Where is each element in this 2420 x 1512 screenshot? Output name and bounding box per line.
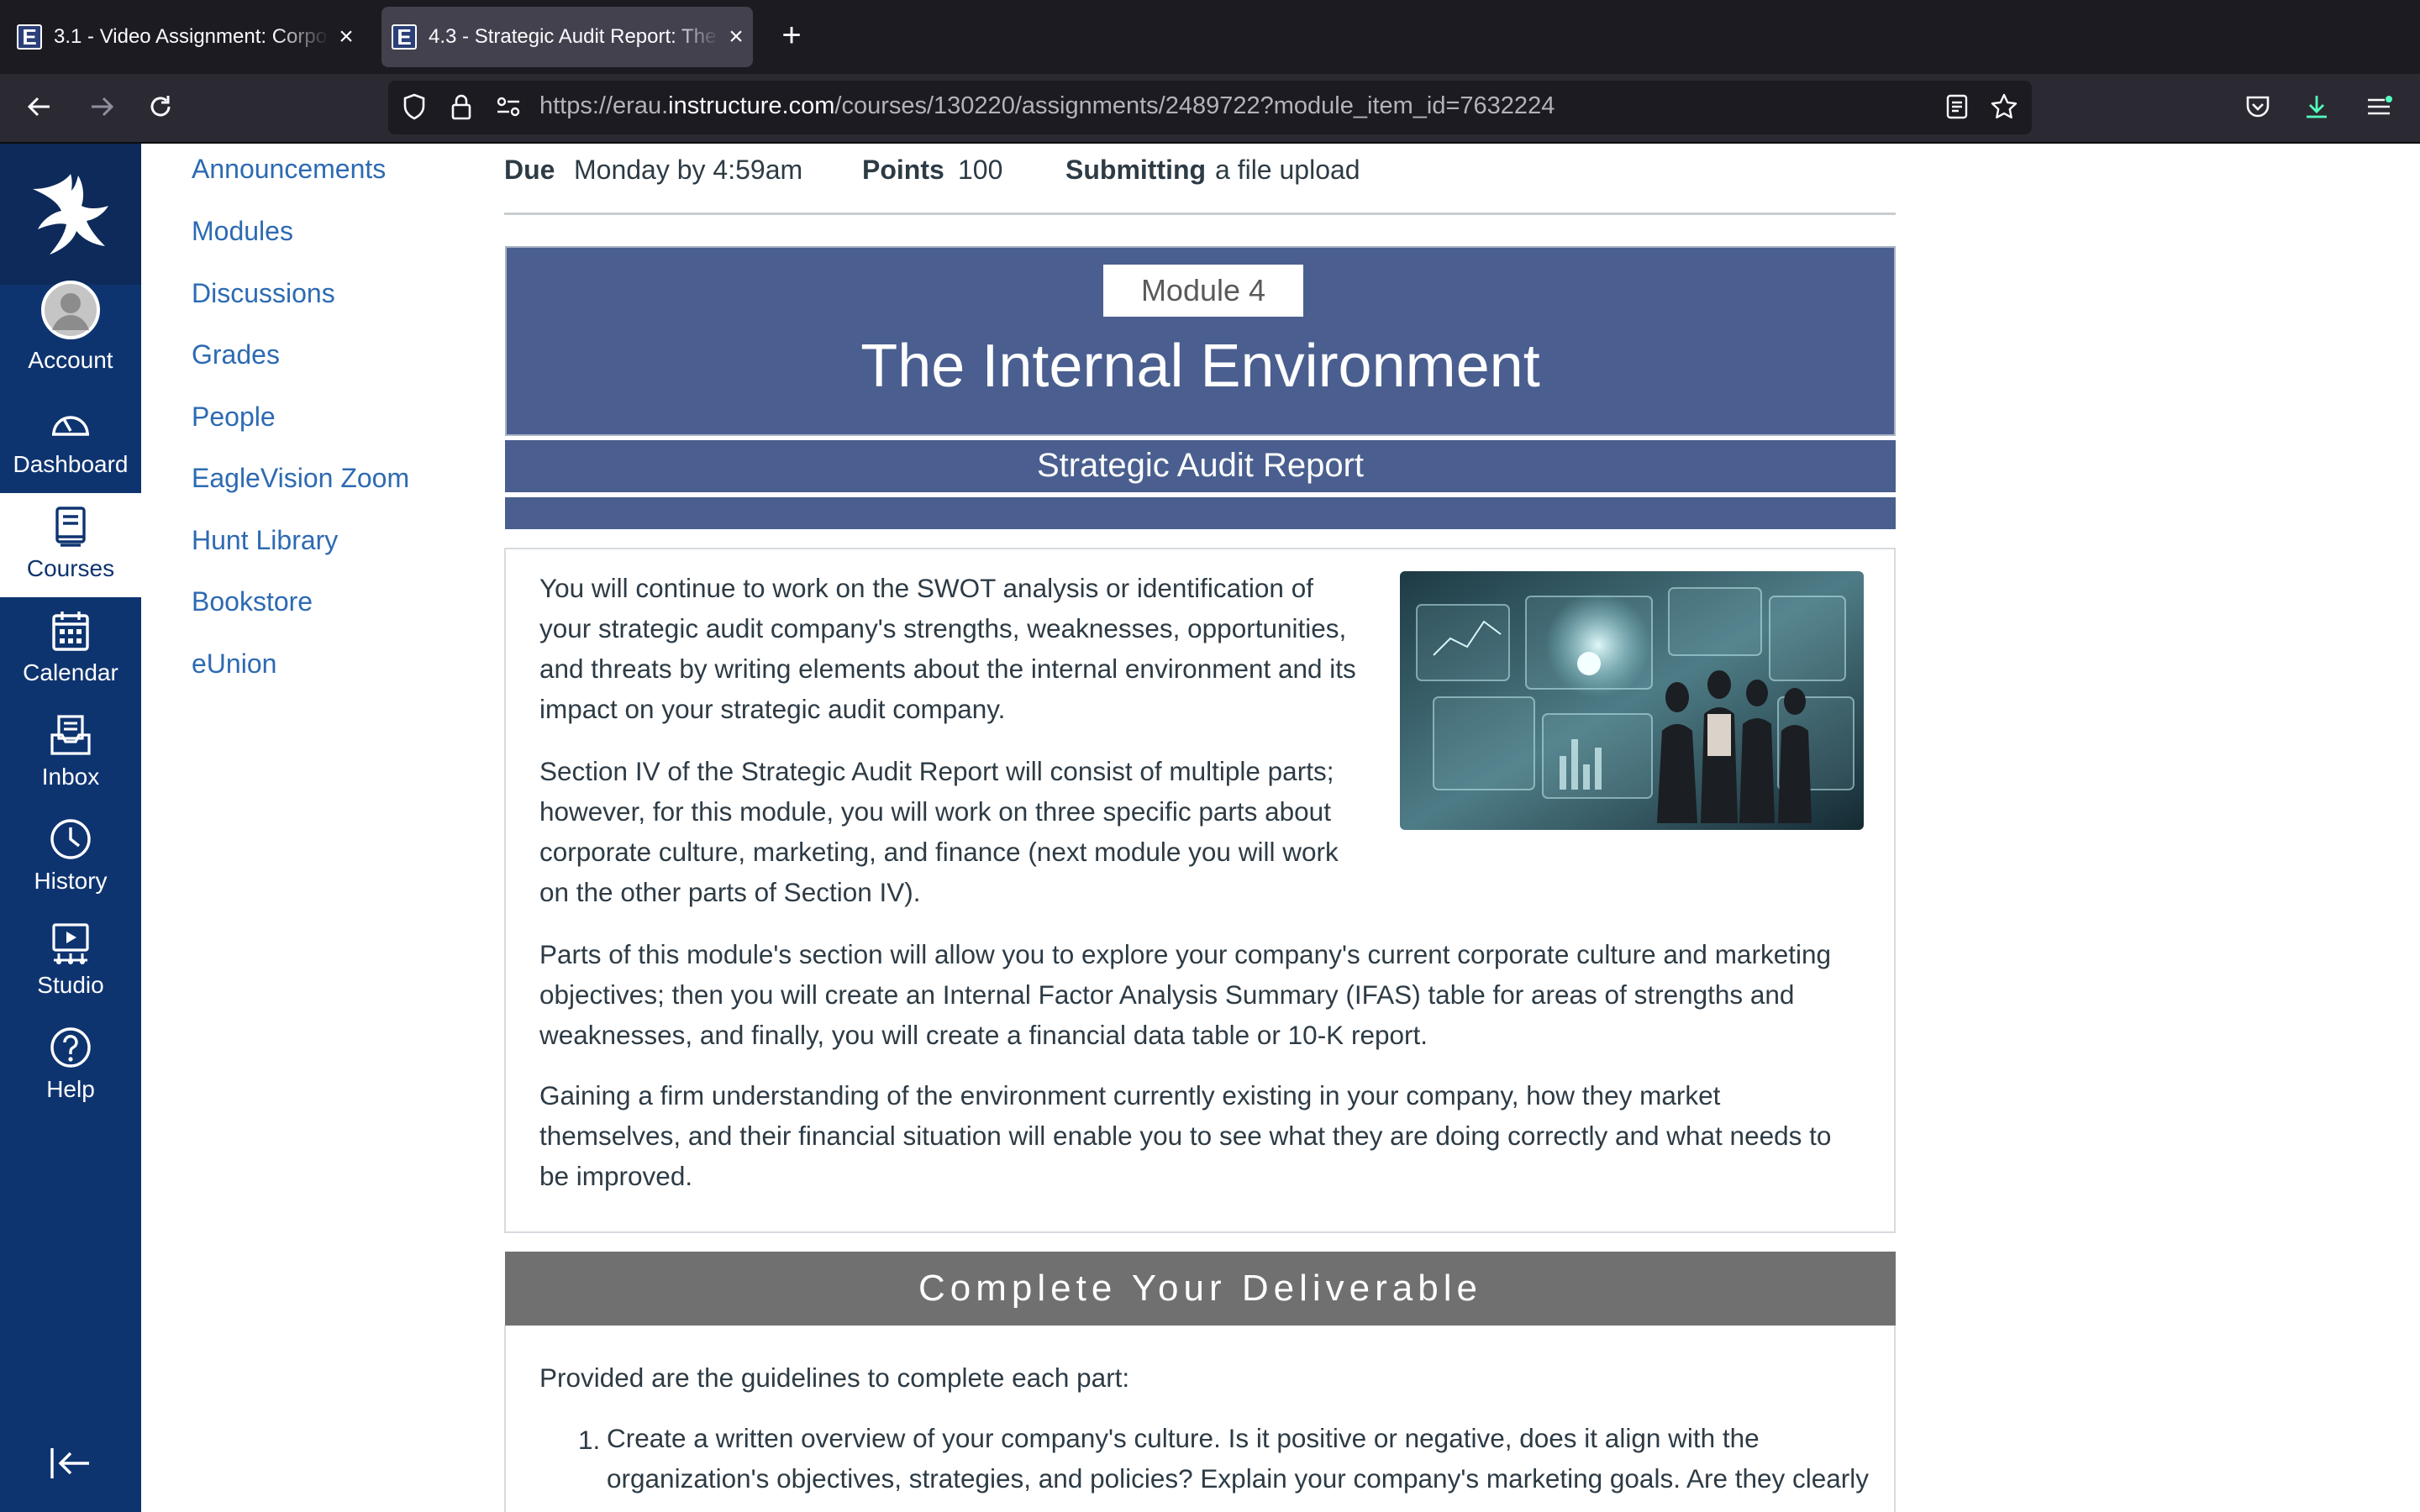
deliverable-lead: Provided are the guidelines to complete … [539,1362,1130,1393]
due-label: Due [504,155,555,185]
downloads-icon[interactable] [2294,84,2339,129]
page-title: The Internal Environment [860,333,1540,400]
global-nav-label: Calendar [23,659,118,685]
browser-tab-video-assignment[interactable]: E 3.1 - Video Assignment: Corporate × [7,7,363,67]
global-navigation: Account Dashboard Courses Calendar Inbox… [0,144,141,1512]
pocket-icon[interactable] [2235,84,2281,129]
global-nav-account[interactable]: Account [0,281,141,389]
menu-icon[interactable] [2356,84,2402,129]
submitting-label: Submitting [1065,155,1207,185]
reload-icon[interactable] [138,84,183,129]
course-nav-modules[interactable]: Modules [192,216,293,247]
list-number: 1. [578,1425,601,1455]
erau-eagle-logo[interactable] [0,144,141,285]
global-nav-label: Dashboard [13,451,129,477]
lock-icon[interactable] [439,84,484,129]
course-nav-grades[interactable]: Grades [192,339,280,370]
collapse-nav-icon[interactable] [47,1440,94,1487]
course-nav-discussions[interactable]: Discussions [192,278,335,309]
intro-section: You will continue to work on the SWOT an… [504,548,1896,1233]
global-nav-history[interactable]: History [0,806,141,910]
module-banner: Module 4 The Internal Environment [505,246,1896,436]
global-nav-label: Inbox [41,764,100,790]
global-nav-studio[interactable]: Studio [0,910,141,1014]
forward-icon[interactable] [79,84,124,129]
url-domain: instructure.com [668,92,835,119]
url-prefix: https://erau. [539,92,669,119]
global-nav-label: History [34,868,108,894]
studio-icon [49,921,92,965]
tracking-shield-icon[interactable] [392,84,437,129]
banner-subtitle: Strategic Audit Report [505,440,1896,492]
global-nav-label: Help [46,1076,95,1102]
toolbar-divider [0,142,2420,144]
intro-paragraph-1: You will continue to work on the SWOT an… [539,573,1356,724]
global-nav-courses[interactable]: Courses [0,493,141,597]
intro-paragraph-3: Parts of this module's section will allo… [539,939,1831,1050]
global-nav-help[interactable]: Help [0,1014,141,1118]
url-text[interactable]: https://erau.instructure.com/courses/130… [539,92,1555,120]
avatar-icon [40,280,101,340]
dashboard-icon [49,401,92,444]
submitting-value: a file upload [1215,155,1360,185]
intro-paragraph-4: Gaining a firm understanding of the envi… [539,1080,1832,1191]
inbox-icon [49,713,92,757]
new-tab-icon[interactable]: + [773,17,810,54]
course-nav-people[interactable]: People [192,402,276,433]
course-nav-eaglevision-zoom[interactable]: EagleVision Zoom [192,463,409,494]
permissions-icon[interactable] [486,84,531,129]
canvas-favicon-icon: E [17,24,42,50]
due-value: Monday by 4:59am [574,155,803,185]
global-nav-dashboard[interactable]: Dashboard [0,389,141,493]
deliverable-item-1: Create a written overview of your compan… [607,1423,1870,1494]
module-badge: Module 4 [1103,265,1303,317]
global-nav-label: Account [28,347,113,373]
course-nav-hunt-library[interactable]: Hunt Library [192,525,338,556]
global-nav-calendar[interactable]: Calendar [0,597,141,701]
global-nav-inbox[interactable]: Inbox [0,701,141,806]
courses-icon [49,505,92,549]
banner-strip [505,497,1896,529]
close-tab-icon[interactable]: × [329,23,363,51]
bookmark-star-icon[interactable] [1981,84,2027,129]
course-nav-announcements[interactable]: Announcements [192,154,386,185]
course-nav-bookstore[interactable]: Bookstore [192,586,313,617]
calendar-icon [49,609,92,653]
global-nav-label: Courses [26,555,115,581]
global-nav-label: Studio [37,972,104,998]
business-technology-image [1400,571,1864,830]
points-label: Points [862,155,944,185]
help-icon [49,1026,92,1069]
back-icon[interactable] [17,84,62,129]
points-value: 100 [958,155,1003,185]
deliverable-heading: Complete Your Deliverable [505,1252,1896,1326]
deliverable-section: Provided are the guidelines to complete … [504,1326,1896,1512]
browser-tab-strategic-audit[interactable]: E 4.3 - Strategic Audit Report: The I × [381,7,753,67]
course-nav-eunion[interactable]: eUnion [192,648,276,680]
reader-view-icon[interactable] [1934,84,1980,129]
assignment-details: Due Monday by 4:59am Points 100 Submitti… [504,151,1896,215]
history-icon [49,817,92,861]
close-tab-icon[interactable]: × [719,23,753,51]
tab-title: 4.3 - Strategic Audit Report: The I [429,25,719,48]
browser-tab-bar: E 3.1 - Video Assignment: Corporate × E … [0,0,2420,74]
tab-title: 3.1 - Video Assignment: Corporate [54,25,329,48]
intro-paragraph-2: Section IV of the Strategic Audit Report… [539,756,1339,907]
url-path: /courses/130220/assignments/2489722?modu… [834,92,1555,119]
canvas-favicon-icon: E [392,24,417,50]
